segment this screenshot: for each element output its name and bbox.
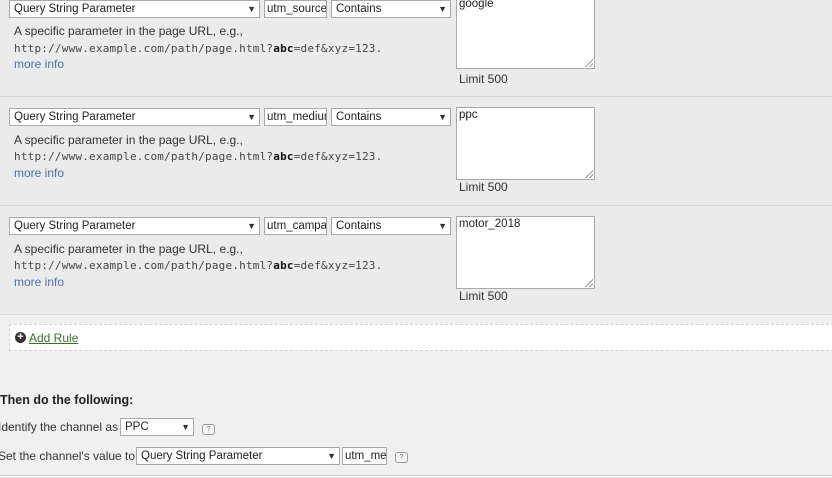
match-value-textarea[interactable]: google: [456, 0, 595, 69]
rule-row: Query String Parameter ▼ utm_source Cont…: [0, 0, 832, 97]
divider: [0, 475, 832, 476]
help-icon[interactable]: ?: [202, 424, 215, 435]
chevron-down-icon: ▼: [247, 4, 256, 14]
set-channel-value-label: Set the channel's value to: [0, 449, 136, 463]
limit-label: Limit 500: [459, 72, 508, 86]
channel-select[interactable]: PPC ▼: [120, 418, 194, 436]
identify-channel-label: Identify the channel as: [0, 420, 119, 434]
example-url: http://www.example.com/path/page.html?ab…: [14, 150, 383, 163]
operator-value: Contains: [336, 220, 382, 232]
plus-circle-icon[interactable]: +: [15, 332, 26, 343]
operator-select[interactable]: Contains ▼: [331, 217, 451, 235]
example-url: http://www.example.com/path/page.html?ab…: [14, 259, 383, 272]
add-rule-link[interactable]: Add Rule: [29, 331, 78, 345]
more-info-link[interactable]: more info: [14, 275, 64, 289]
rule-description: A specific parameter in the page URL, e.…: [14, 24, 243, 38]
example-url: http://www.example.com/path/page.html?ab…: [14, 42, 383, 55]
more-info-link[interactable]: more info: [14, 57, 64, 71]
rule-description: A specific parameter in the page URL, e.…: [14, 242, 243, 256]
chevron-down-icon: ▼: [438, 4, 447, 14]
value-param-input[interactable]: utm_medium: [342, 447, 387, 465]
match-value-textarea[interactable]: motor_2018: [456, 216, 595, 289]
chevron-down-icon: ▼: [247, 221, 256, 231]
rule-row: Query String Parameter ▼ utm_medium Cont…: [0, 97, 832, 206]
param-name-input[interactable]: utm_medium: [264, 108, 327, 126]
add-rule-container: + Add Rule: [9, 324, 832, 351]
match-value-textarea[interactable]: ppc: [456, 107, 595, 180]
operator-select[interactable]: Contains ▼: [331, 108, 451, 126]
help-icon[interactable]: ?: [395, 452, 408, 463]
param-name-input[interactable]: utm_source: [264, 0, 327, 18]
limit-label: Limit 500: [459, 180, 508, 194]
operator-select[interactable]: Contains ▼: [331, 0, 451, 18]
rule-type-select[interactable]: Query String Parameter ▼: [9, 217, 260, 235]
value-type-value: Query String Parameter: [141, 450, 263, 462]
rule-type-value: Query String Parameter: [14, 220, 136, 232]
chevron-down-icon: ▼: [327, 451, 336, 461]
channel-value: PPC: [125, 421, 149, 433]
rule-type-select[interactable]: Query String Parameter ▼: [9, 108, 260, 126]
limit-label: Limit 500: [459, 289, 508, 303]
param-name-input[interactable]: utm_campaign: [264, 217, 327, 235]
then-section-title: Then do the following:: [0, 393, 134, 407]
chevron-down-icon: ▼: [181, 422, 190, 432]
value-type-select[interactable]: Query String Parameter ▼: [136, 447, 340, 465]
rule-row: Query String Parameter ▼ utm_campaign Co…: [0, 206, 832, 315]
rule-type-value: Query String Parameter: [14, 3, 136, 15]
chevron-down-icon: ▼: [247, 112, 256, 122]
resize-grip-icon[interactable]: [585, 279, 593, 287]
operator-value: Contains: [336, 111, 382, 123]
chevron-down-icon: ▼: [438, 221, 447, 231]
resize-grip-icon[interactable]: [585, 170, 593, 178]
rule-description: A specific parameter in the page URL, e.…: [14, 133, 243, 147]
more-info-link[interactable]: more info: [14, 166, 64, 180]
rule-type-value: Query String Parameter: [14, 111, 136, 123]
chevron-down-icon: ▼: [438, 112, 447, 122]
resize-grip-icon[interactable]: [585, 59, 593, 67]
operator-value: Contains: [336, 3, 382, 15]
rule-type-select[interactable]: Query String Parameter ▼: [9, 0, 260, 18]
